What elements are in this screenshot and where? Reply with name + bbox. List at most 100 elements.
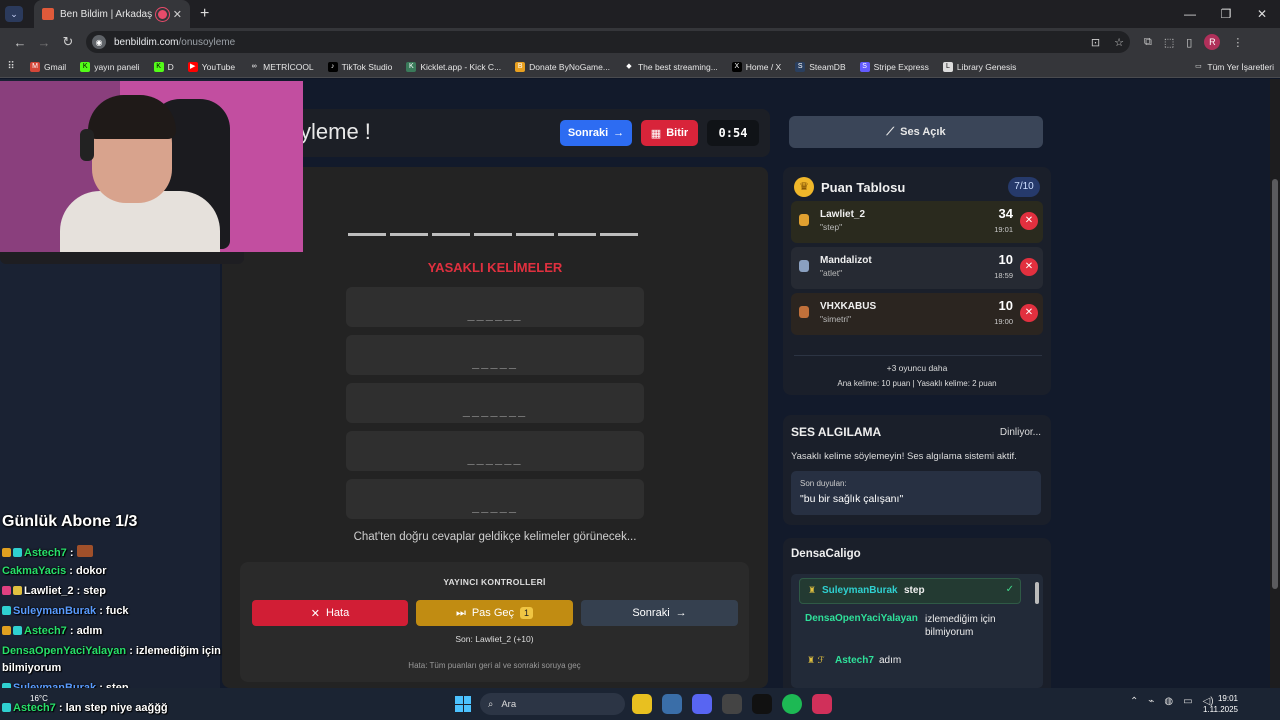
reload-icon[interactable]: ↻ [56, 34, 80, 50]
bookmark-yayin-paneli[interactable]: Kyayın paneli [80, 61, 140, 72]
leaderboard-row: VHXKABUS "simetri" 10 19:00 ✕ [791, 293, 1043, 335]
pass-count-badge: 1 [520, 607, 534, 619]
bookmark-library-genesis[interactable]: L Library Genesis [942, 61, 1016, 72]
bookmark-steamdb[interactable]: S SteamDB [795, 61, 846, 72]
player-time: 18:59 [994, 271, 1013, 280]
app-icon[interactable] [662, 694, 682, 714]
tab-title: Ben Bildim | Arkadaşlarınla [60, 8, 152, 20]
taskbar-search[interactable]: ⌕ Ara [480, 693, 625, 715]
badge-icon: ♜ ℱ [807, 655, 825, 665]
letter-slot [558, 233, 596, 236]
chat-user: DensaOpenYaciYalayan [805, 613, 918, 624]
game-title: yleme ! [300, 119, 371, 144]
player-points: 34 [998, 206, 1013, 221]
overlay-chat-line: Astech7 : [2, 545, 95, 559]
chat-text: izlemediğim için bilmiyorum [925, 614, 996, 638]
sidebar-icon[interactable]: ▯ [1186, 36, 1192, 49]
chrome-icon[interactable] [632, 694, 652, 714]
back-icon[interactable]: ← [8, 35, 32, 50]
pass-button[interactable]: ⏭ Pas Geç 1 [416, 600, 573, 626]
obs-icon[interactable] [722, 694, 742, 714]
chevron-down-icon: ⌄ [5, 6, 23, 22]
bookmark-x[interactable]: X Home / X [731, 61, 781, 72]
app-icon[interactable] [812, 694, 832, 714]
bookmark-gmail[interactable]: M Gmail [30, 61, 66, 72]
divider [794, 355, 1042, 356]
controls-next-button[interactable]: Sonraki → [581, 600, 738, 626]
controls-title: YAYINCI KONTROLLERİ [443, 577, 546, 587]
chat-user: Astech7 [835, 655, 874, 666]
more-players: +3 oyuncu daha [886, 363, 948, 373]
finish-button[interactable]: ▦ Bitir [641, 120, 698, 146]
leaderboard-row: Mandalizot "atlet" 10 18:59 ✕ [791, 247, 1043, 289]
maximize-icon[interactable]: ❐ [1208, 7, 1244, 21]
mic-icon[interactable]: ◍ [1164, 696, 1173, 707]
browser-tab[interactable]: Ben Bildim | Arkadaşlarınla ✕ [34, 0, 190, 28]
profile-avatar[interactable]: R [1204, 34, 1221, 50]
site-info-icon[interactable]: ◉ [92, 35, 106, 49]
word-slots [348, 233, 638, 236]
display-icon[interactable]: ▭ [1183, 696, 1192, 707]
close-window-icon[interactable]: ✕ [1244, 7, 1280, 21]
timer: 0:54 [707, 120, 759, 146]
url-input[interactable]: ◉ benbildim.com/onusoyleme ⊡ ☆ [86, 31, 1130, 53]
chat-scrollbar[interactable] [1035, 582, 1039, 604]
page-scrollbar[interactable] [1270, 79, 1280, 688]
player-answer: "atlet" [820, 268, 843, 278]
right-sidebar: ⟋ Ses Açık ♛ Puan Tablosu 7/10 Lawliet_2 … [780, 79, 1270, 688]
minimize-icon[interactable]: — [1172, 7, 1208, 21]
apps-icon[interactable]: ⠿ [6, 61, 16, 72]
chat-message: ♜ ℱ Astech7 adım [799, 654, 1021, 674]
menu-icon[interactable]: ⋮ [1232, 36, 1243, 49]
network-icon[interactable]: ⌁ [1148, 696, 1154, 707]
leaderboard-title: Puan Tablosu [821, 180, 906, 195]
bookmarks-folder[interactable]: ▭ Tüm Yer İşaretleri [1193, 62, 1274, 72]
chat-box[interactable]: ♜ SuleymanBurak step ✓ DensaOpenYaciYala… [791, 574, 1043, 688]
recording-icon [157, 9, 167, 19]
bookmark-metricool[interactable]: ∞ METRİCOOL [249, 62, 314, 72]
player-answer: "simetri" [820, 314, 852, 324]
windows-start-icon[interactable] [455, 696, 471, 712]
capcut-icon[interactable] [752, 694, 772, 714]
forbidden-word-box: ______ [346, 431, 644, 471]
bookmark-star-icon[interactable]: ☆ [1114, 36, 1124, 49]
close-tab-icon[interactable]: ✕ [173, 8, 182, 21]
new-tab-button[interactable]: + [200, 5, 209, 23]
remove-player-button[interactable]: ✕ [1020, 212, 1038, 230]
chat-title: DensaCaligo [791, 548, 861, 560]
scrollbar-thumb[interactable] [1272, 179, 1278, 589]
translate-icon[interactable]: ⧉ [1144, 36, 1152, 49]
extensions-icon[interactable]: ⬚ [1164, 36, 1174, 49]
chevron-up-icon[interactable]: ⌃ [1130, 696, 1138, 707]
clock-date: 1.11.2025 [1203, 705, 1238, 714]
voice-warning: Yasaklı kelime söylemeyin! Ses algılama … [791, 451, 1017, 462]
forward-icon[interactable]: → [32, 35, 56, 50]
bookmark-stripe[interactable]: S Stripe Express [859, 61, 929, 72]
sound-toggle-button[interactable]: ⟋ Ses Açık [789, 116, 1043, 148]
last-answer: Son: Lawliet_2 (+10) [455, 634, 534, 644]
remove-player-button[interactable]: ✕ [1020, 304, 1038, 322]
install-app-icon[interactable]: ⊡ [1091, 36, 1100, 49]
voice-status: Dinliyor... [999, 427, 1041, 438]
bookmark-tiktok-studio[interactable]: ♪ TikTok Studio [327, 61, 392, 72]
letter-slot [474, 233, 512, 236]
overlay-chat-line: bilmiyorum [2, 662, 62, 674]
bookmark-bynogame[interactable]: B Donate ByNoGame... [515, 61, 610, 72]
error-button[interactable]: ✕ Hata [252, 600, 408, 626]
bookmark-kicklet[interactable]: K Kicklet.app - Kick C... [406, 61, 501, 72]
bookmark-d[interactable]: KD [153, 61, 174, 72]
player-answer: "step" [820, 222, 843, 232]
spotify-icon[interactable] [782, 694, 802, 714]
tab-search-button[interactable]: ⌄ [0, 0, 28, 28]
clock[interactable]: 19:01 1.11.2025 [1203, 693, 1238, 715]
bookmark-youtube[interactable]: ▶ YouTube [187, 61, 235, 72]
scoring-info: Ana kelime: 10 puan | Yasaklı kelime: 2 … [837, 379, 997, 388]
player-name: Lawliet_2 [820, 209, 866, 220]
next-button[interactable]: Sonraki → [560, 120, 632, 146]
bookmark-streaming[interactable]: ◆ The best streaming... [624, 62, 718, 72]
remove-player-button[interactable]: ✕ [1020, 258, 1038, 276]
chat-user: SuleymanBurak [822, 585, 898, 596]
discord-icon[interactable] [692, 694, 712, 714]
last-heard-value: "bu bir sağlık çalışanı" [800, 493, 904, 505]
forbidden-words-title: YASAKLI KELİMELER [427, 260, 563, 275]
